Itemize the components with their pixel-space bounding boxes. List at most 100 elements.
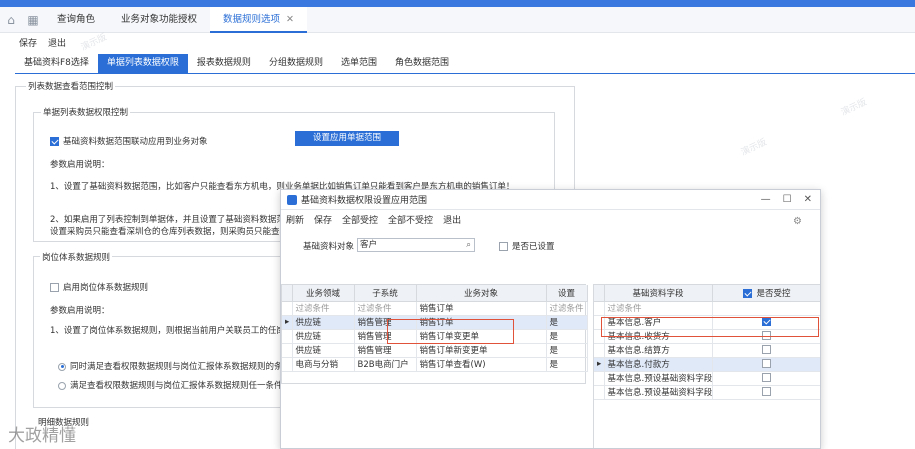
all-controlled-button[interactable]: 全部受控 [342,213,378,226]
filter-cell[interactable] [712,301,820,316]
object-label: 基础资料对象 [303,242,355,252]
controlled-cell[interactable] [712,385,820,400]
filter-cell[interactable]: 过滤条件 [604,301,713,316]
sub-tab-bar: 基础资料F8选择 单据列表数据权限 报表数据规则 分组数据规则 选单范围 角色数… [15,54,915,74]
close-icon[interactable]: ✕ [804,194,812,205]
row-marker [594,301,605,316]
main-toolbar: 保存 退出 [0,33,915,51]
table-cell: 是 [546,357,588,372]
exit-button[interactable]: 退出 [48,36,66,49]
save-button[interactable]: 保存 [19,36,37,49]
filter-row[interactable]: 过滤条件 过滤条件 销售订单 过滤条件 [282,301,588,316]
table-cell: 销售订单查看(W) [416,357,547,372]
object-input[interactable]: 客户 ⌕ [357,238,475,252]
minimize-icon[interactable]: — [761,194,771,205]
refresh-button[interactable]: 刷新 [286,213,304,226]
row-marker [282,343,293,358]
all-uncontrolled-button[interactable]: 全部不受控 [388,213,433,226]
table-cell: 销售订单新变更单 [416,343,547,358]
checkbox-label: 启用岗位体系数据规则 [63,283,149,293]
controlled-cell[interactable] [712,357,820,372]
row-marker [282,301,293,316]
table-row[interactable]: 基本信息.预设基础资料字段 [594,385,820,400]
table-cell: 基本信息.结算方 [604,343,713,358]
tab-label: 业务对象功能授权 [121,13,198,25]
table-cell: 基本信息.预设基础资料字段 [604,371,713,386]
table-row[interactable]: 基本信息.预设基础资料字段 [594,371,820,386]
header-label: 是否受控 [756,288,791,299]
highlight-box [601,317,819,337]
checkbox-icon[interactable] [762,359,771,368]
tab-business-object-auth[interactable]: 业务对象功能授权 [108,7,210,33]
home-icon[interactable]: ⌂ [0,7,22,33]
checkbox-icon[interactable] [762,373,771,382]
radio-icon[interactable] [58,381,66,390]
subtab-bill-list-permission[interactable]: 单据列表数据权限 [97,54,188,73]
post-rule-checkbox[interactable]: 启用岗位体系数据规则 [50,281,148,293]
desc-title: 参数启用说明： [50,306,110,316]
subtab-f8-select[interactable]: 基础资料F8选择 [15,54,98,73]
table-cell: B2B电商门户 [354,357,417,372]
tab-data-rule-options[interactable]: 数据规则选项 ✕ [210,6,308,33]
dialog-title-bar: 基础资料数据权限设置应用范围 — ☐ ✕ [281,190,820,210]
desc-line-1: 1、设置了岗位体系数据规则，则根据当前用户关联员工的任岗 [50,326,285,336]
filter-cell[interactable]: 过滤条件 [292,301,355,316]
table-cell: 基本信息.预设基础资料字段 [604,385,713,400]
gear-icon[interactable]: ⚙ [793,216,802,227]
table-cell: 是 [546,329,588,344]
linkage-checkbox[interactable]: 基础资料数据范围联动应用到业务对象 [50,135,208,147]
filter-cell[interactable]: 过滤条件 [546,301,588,316]
field-control-grid: 基础资料字段 是否受控 过滤条件 基本信息.客户 基本信息.收货方 基本信息.结… [593,284,820,448]
column-header[interactable]: 是否受控 [712,285,820,302]
apps-grid-icon[interactable]: ▦ [22,7,44,33]
radio-selected-icon[interactable] [58,362,66,371]
desc-line-2a: 2、如果启用了列表控制到单据体，并且设置了基础资料数据范 [50,215,285,225]
radio-option-both[interactable]: 同时满足查看权限数据规则与岗位汇报体系数据规则的条 [58,360,283,372]
close-icon[interactable]: ✕ [286,14,294,25]
table-row[interactable]: ▸ 基本信息.付款方 [594,357,820,372]
checkbox-icon[interactable] [762,345,771,354]
set-bill-range-button[interactable]: 设置应用单据范围 [295,131,399,146]
row-marker: ▸ [594,357,605,372]
filter-cell[interactable]: 销售订单 [416,301,547,316]
column-header[interactable]: 业务领域 [292,285,355,302]
table-row[interactable]: 电商与分销 B2B电商门户 销售订单查看(W) 是 [282,357,588,372]
grid-header-row: 基础资料字段 是否受控 [594,285,820,302]
checkbox-icon[interactable] [499,242,508,251]
header-checkbox-icon[interactable] [743,288,753,298]
table-row[interactable]: 基本信息.结算方 [594,343,820,358]
row-marker [594,371,605,386]
column-header[interactable]: 基础资料字段 [604,285,713,302]
row-marker-header [594,285,605,302]
row-marker [282,329,293,344]
table-row[interactable]: 供应链 销售管理 销售订单新变更单 是 [282,343,588,358]
subtab-select-range[interactable]: 选单范围 [332,54,386,73]
table-cell: 基本信息.付款方 [604,357,713,372]
subsection-title: 单据列表数据权限控制 [41,106,131,118]
subtab-report-rule[interactable]: 报表数据规则 [188,54,260,73]
subtab-role-range[interactable]: 角色数据范围 [386,54,458,73]
maximize-icon[interactable]: ☐ [783,194,792,205]
is-set-checkbox[interactable]: 是否已设置 [499,240,555,252]
column-header[interactable]: 业务对象 [416,285,547,302]
filter-row[interactable]: 过滤条件 [594,301,820,316]
controlled-cell[interactable] [712,343,820,358]
checkbox-icon[interactable] [762,387,771,396]
tab-query-role[interactable]: 查询角色 [44,7,108,33]
controlled-cell[interactable] [712,371,820,386]
table-cell: 是 [546,315,588,330]
checkbox-checked-icon[interactable] [50,137,59,146]
tab-label: 数据规则选项 [223,13,281,25]
row-marker: ▸ [282,315,293,330]
search-icon[interactable]: ⌕ [466,239,471,251]
dialog-toolbar: 刷新 保存 全部受控 全部不受控 退出 ⚙ [281,210,820,228]
column-header[interactable]: 子系统 [354,285,417,302]
checkbox-label: 是否已设置 [512,242,555,252]
radio-option-any[interactable]: 满足查看权限数据规则与岗位汇报体系数据规则任一条件 [58,379,283,391]
exit-button[interactable]: 退出 [443,213,461,226]
checkbox-icon[interactable] [50,283,59,292]
subtab-group-rule[interactable]: 分组数据规则 [260,54,332,73]
column-header[interactable]: 设置 [546,285,588,302]
filter-cell[interactable]: 过滤条件 [354,301,417,316]
save-button[interactable]: 保存 [314,213,332,226]
